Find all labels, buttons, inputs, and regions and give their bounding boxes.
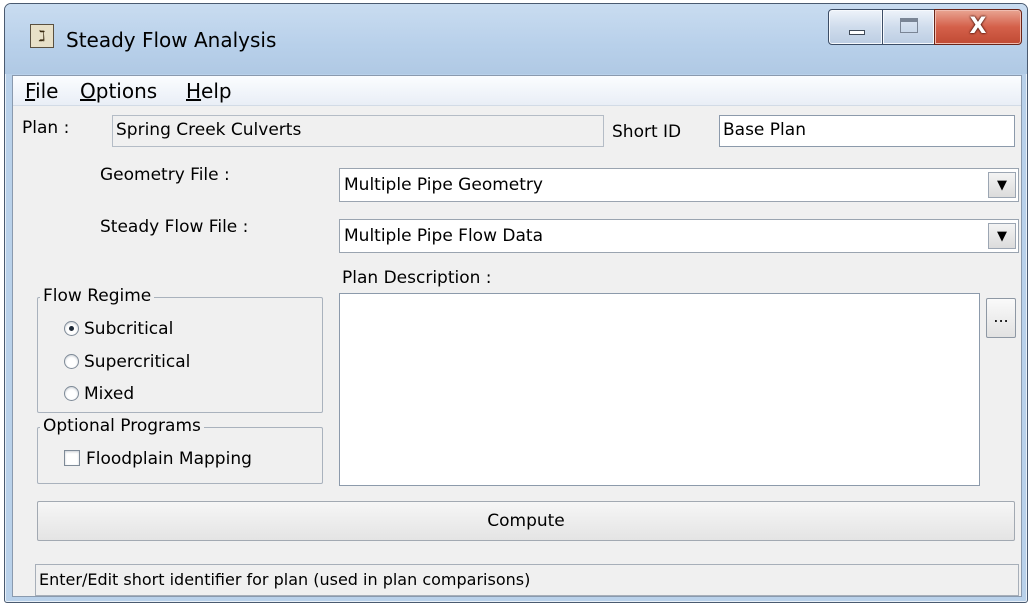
description-browse-button[interactable]: ... (986, 298, 1016, 338)
steady-flow-dropdown-button[interactable]: ▼ (988, 223, 1016, 249)
floodplain-mapping-checkbox[interactable] (64, 450, 80, 466)
menu-file[interactable]: File (25, 79, 58, 103)
optional-programs-legend: Optional Programs (40, 416, 204, 436)
geometry-file-select[interactable]: Multiple Pipe Geometry (339, 168, 1019, 202)
plan-title-field[interactable]: Spring Creek Culverts (112, 115, 604, 147)
close-icon: X (969, 14, 987, 39)
menu-options-mnemonic: O (80, 79, 96, 103)
plan-description-textarea[interactable] (339, 293, 980, 486)
menu-bar (13, 76, 1021, 106)
close-button[interactable]: X (934, 9, 1022, 45)
maximize-button[interactable] (882, 9, 935, 45)
supercritical-label[interactable]: Supercritical (84, 352, 190, 372)
chevron-down-icon: ▼ (997, 229, 1007, 244)
menu-help-mnemonic: H (186, 79, 202, 103)
geometry-dropdown-button[interactable]: ▼ (988, 172, 1016, 198)
short-id-input[interactable]: Base Plan (719, 115, 1015, 147)
menu-help[interactable]: Help (186, 79, 232, 103)
menu-file-mnemonic: F (25, 79, 36, 103)
plan-description-label: Plan Description : (342, 268, 492, 288)
flow-regime-legend: Flow Regime (40, 286, 155, 306)
menu-options[interactable]: Options (80, 79, 157, 103)
mixed-radio[interactable] (64, 386, 79, 401)
steady-flow-file-select[interactable]: Multiple Pipe Flow Data (339, 219, 1019, 253)
status-bar: Enter/Edit short identifier for plan (us… (35, 564, 1019, 596)
maximize-icon (900, 18, 918, 33)
plan-label: Plan : (22, 118, 70, 138)
geometry-file-label: Geometry File : (100, 165, 230, 185)
steady-flow-file-label: Steady Flow File : (100, 217, 249, 237)
menu-help-label: elp (201, 79, 232, 103)
app-icon[interactable]: ℷ (30, 24, 54, 48)
mixed-label[interactable]: Mixed (84, 384, 134, 404)
menu-options-label: ptions (95, 79, 158, 103)
minimize-button[interactable] (828, 9, 883, 45)
chevron-down-icon: ▼ (997, 178, 1007, 193)
menu-file-label: ile (35, 79, 59, 103)
floodplain-mapping-label[interactable]: Floodplain Mapping (86, 449, 252, 469)
subcritical-label[interactable]: Subcritical (84, 319, 173, 339)
supercritical-radio[interactable] (64, 354, 79, 369)
short-id-label: Short ID (612, 122, 682, 142)
window-title: Steady Flow Analysis (66, 28, 277, 52)
minimize-icon (849, 30, 865, 35)
subcritical-radio[interactable] (64, 321, 79, 336)
compute-button[interactable]: Compute (37, 501, 1015, 541)
